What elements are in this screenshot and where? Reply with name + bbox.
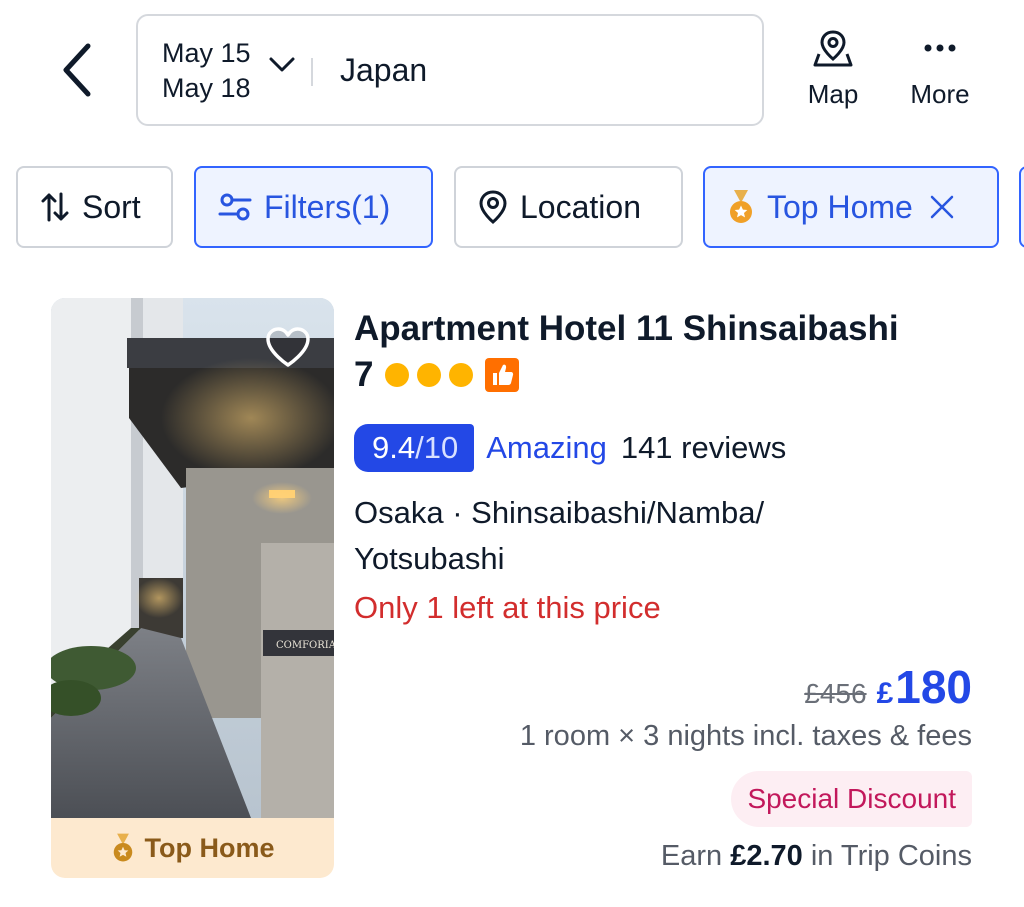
price-note: 1 room × 3 nights incl. taxes & fees [519,720,972,752]
destination-text[interactable]: Japan [340,52,427,89]
hotel-name-line2: 7 [354,355,374,394]
top-home-chip[interactable]: Top Home [703,166,999,248]
price-currency: £ [876,677,894,710]
hotel-photo[interactable]: COMFORIA Top Home [51,298,334,878]
discount-badge: Special Discount [731,771,972,827]
top-home-badge: Top Home [51,818,334,878]
divider [311,58,313,86]
score-value: 9.4 [372,430,416,465]
location-pin-icon [478,189,508,225]
thumbs-up-icon [485,358,520,392]
check-in-date: May 15 [162,38,251,68]
coins-prefix: Earn [660,840,723,872]
score-separator: / [415,430,424,465]
back-button[interactable] [52,40,102,100]
top-home-badge-label: Top Home [144,832,275,863]
medal-icon [727,188,755,226]
filters-label: Filters(1) [264,188,391,225]
rating-circle-icon [385,363,410,387]
trip-coins: Earn £2.70 in Trip Coins [661,840,972,873]
sort-arrows-icon [40,191,70,223]
search-summary[interactable]: May 15 May 18 Japan [136,14,764,126]
sort-chip[interactable]: Sort [16,166,173,248]
coins-amount: £2.70 [730,840,803,872]
map-button[interactable]: Map [788,28,878,110]
top-home-label: Top Home [767,188,913,225]
coins-suffix: in Trip Coins [810,840,972,872]
sort-label: Sort [82,188,141,225]
medal-icon [111,832,135,864]
location-line1: Osaka · Shinsaibashi/Namba/ [354,495,765,530]
sliders-icon [218,192,252,222]
more-label: More [910,79,970,109]
check-out-date: May 18 [162,73,251,103]
location-chip[interactable]: Location [454,166,683,248]
filters-chip[interactable]: Filters(1) [194,166,433,248]
rating-word: Amazing [486,430,607,465]
heart-icon [266,327,310,367]
hotel-image: COMFORIA [51,298,334,818]
location-line2: Yotsubashi [354,541,505,576]
filter-bar: Sort Filters(1) Location Top Home [16,166,1024,248]
hotel-name[interactable]: Apartment Hotel 11 Shinsaibashi 7 [354,306,974,398]
rating-row[interactable]: 9.4/10 Amazing 141 reviews [354,424,786,472]
hotel-location: Osaka · Shinsaibashi/Namba/ Yotsubashi [354,490,854,582]
original-price: £456 [804,678,867,709]
current-price: 180 [895,661,972,713]
map-pin-icon [813,30,853,67]
map-label: Map [807,79,859,109]
date-range[interactable]: May 15 May 18 [162,36,251,106]
review-score-badge: 9.4/10 [354,424,475,472]
close-icon[interactable] [929,194,955,220]
ellipsis-icon [924,44,956,52]
favorite-button[interactable] [264,325,312,369]
chevron-down-icon [269,57,295,72]
location-label: Location [520,188,641,225]
more-button[interactable]: More [895,28,985,110]
price-row: £456 £ 180 [804,660,972,714]
star-rating [383,358,520,392]
scarcity-message: Only 1 left at this price [354,590,661,625]
score-max: 10 [423,430,459,465]
chevron-left-icon [63,43,91,97]
rating-circle-icon [417,363,442,387]
rating-circle-icon [449,363,474,387]
hotel-name-line1: Apartment Hotel 11 Shinsaibashi [354,309,899,348]
review-count[interactable]: 141 reviews [621,430,786,466]
building-sign: COMFORIA [276,640,334,651]
next-filter-chip[interactable] [1019,166,1024,248]
